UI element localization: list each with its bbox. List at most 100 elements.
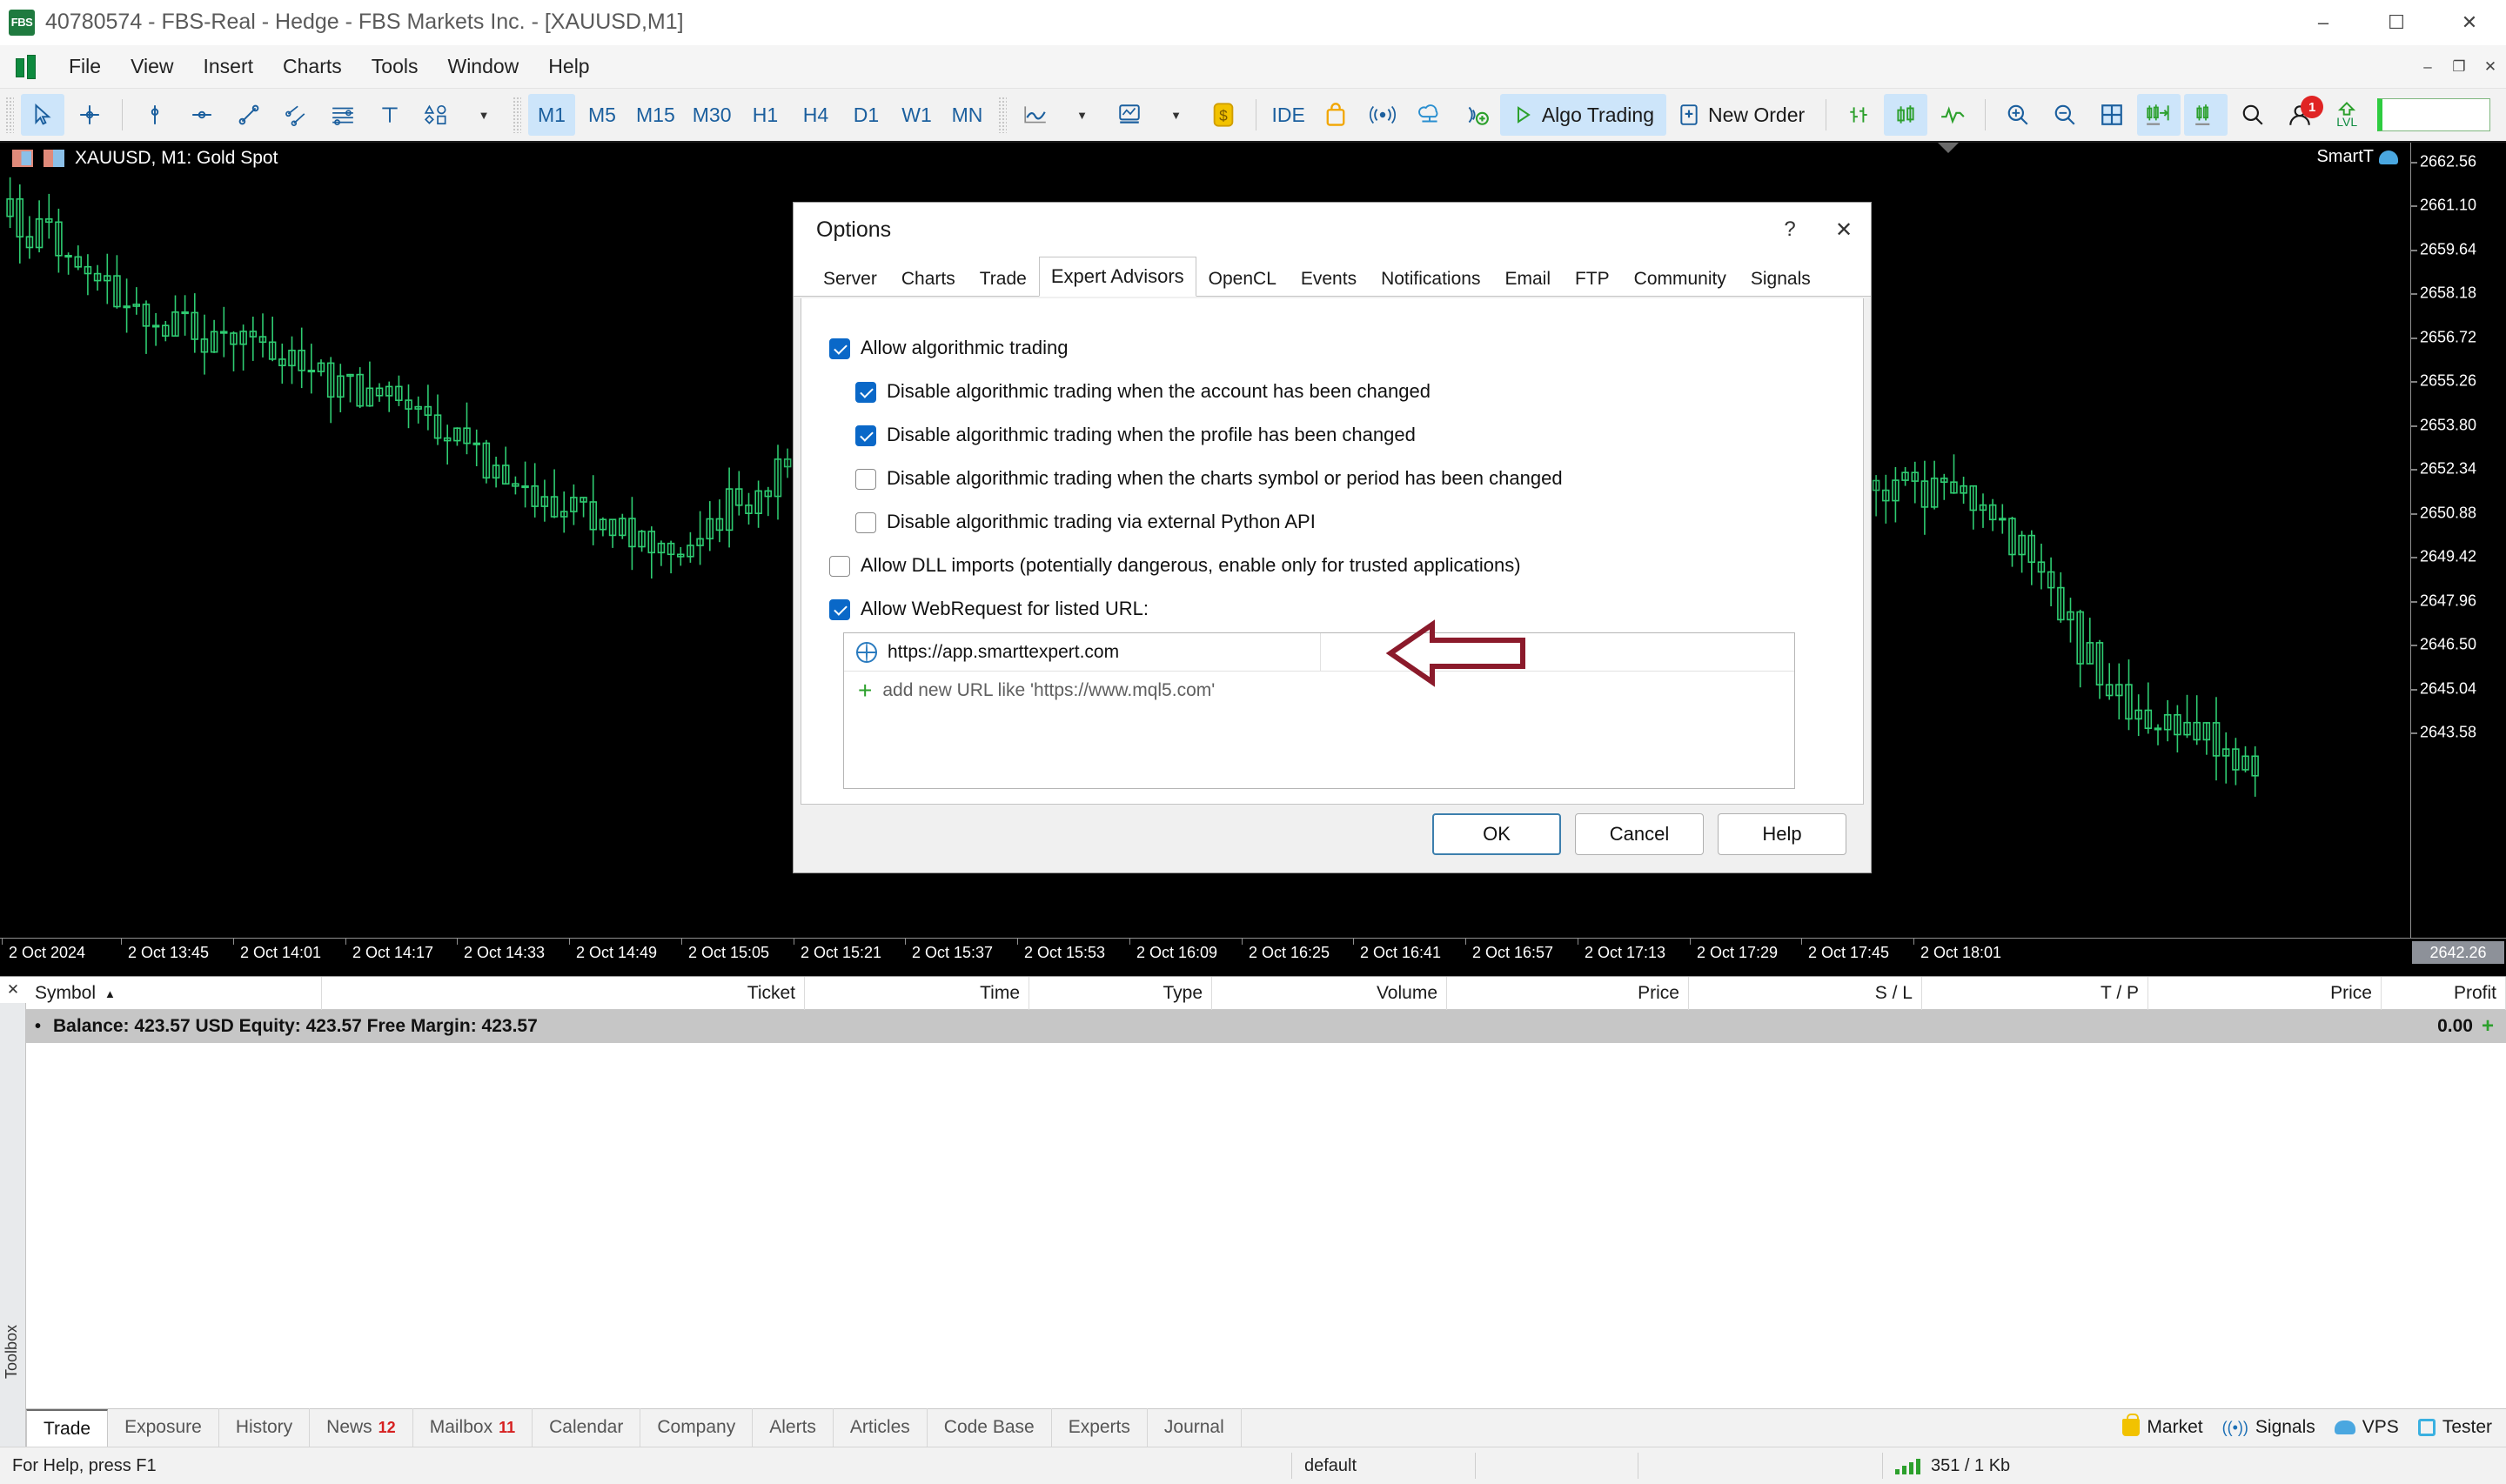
column-volume[interactable]: Volume — [1212, 977, 1447, 1010]
dialog-close-button[interactable]: ✕ — [1817, 203, 1871, 257]
chart-shift-icon[interactable] — [2184, 94, 2228, 136]
ide-button[interactable]: IDE — [1267, 94, 1310, 136]
timeframe-m5[interactable]: M5 — [579, 94, 626, 136]
horizontal-line-icon[interactable] — [180, 94, 224, 136]
signals-icon[interactable] — [1361, 94, 1404, 136]
column-price-current[interactable]: Price — [2148, 977, 2382, 1010]
indicators-dropdown-icon[interactable]: ▼ — [1061, 94, 1104, 136]
checkbox-disable-on-symbol-period-change[interactable] — [855, 469, 876, 490]
timeframe-m30[interactable]: M30 — [686, 94, 739, 136]
column-price-open[interactable]: Price — [1447, 977, 1689, 1010]
indicators-icon[interactable] — [1014, 94, 1057, 136]
profile-icon[interactable]: 1 — [2278, 94, 2324, 136]
close-button[interactable]: ✕ — [2433, 0, 2506, 45]
mdi-restore-button[interactable]: ❐ — [2443, 45, 2475, 89]
candlestick-icon[interactable] — [1884, 94, 1928, 136]
timeframe-h1[interactable]: H1 — [742, 94, 789, 136]
dialog-tab-notifications[interactable]: Notifications — [1369, 263, 1492, 296]
column-sl[interactable]: S / L — [1689, 977, 1922, 1010]
minimize-button[interactable]: – — [2287, 0, 2360, 45]
toolbar-grip[interactable] — [5, 97, 14, 133]
shapes-dropdown-icon[interactable]: ▼ — [462, 94, 506, 136]
option-disable-on-symbol-period-change[interactable]: Disable algorithmic trading when the cha… — [855, 467, 1835, 490]
tab-history[interactable]: History — [219, 1408, 311, 1447]
search-icon[interactable] — [2231, 94, 2275, 136]
tab-company[interactable]: Company — [640, 1408, 754, 1447]
time-axis[interactable]: 2 Oct 2024 2 Oct 13:45 2 Oct 14:01 2 Oct… — [0, 938, 2506, 976]
timeframe-mn[interactable]: MN — [944, 94, 991, 136]
bar-chart-icon[interactable] — [1837, 94, 1880, 136]
status-market[interactable]: Market — [2122, 1414, 2203, 1438]
checkbox-allow-algo-trading[interactable] — [829, 338, 850, 359]
zoom-in-icon[interactable] — [1996, 94, 2040, 136]
url-cell[interactable]: https://app.smarttexpert.com — [844, 632, 1321, 672]
dialog-tab-email[interactable]: Email — [1492, 263, 1563, 296]
crosshair-icon[interactable] — [68, 94, 111, 136]
menu-tools[interactable]: Tools — [357, 45, 433, 89]
dialog-tab-community[interactable]: Community — [1622, 263, 1739, 296]
dialog-tab-charts[interactable]: Charts — [889, 263, 968, 296]
help-button[interactable]: Help — [1718, 813, 1846, 855]
option-allow-dll-imports[interactable]: Allow DLL imports (potentially dangerous… — [829, 554, 1835, 577]
column-symbol[interactable]: Symbol ▲ — [26, 977, 322, 1010]
templates-dropdown-icon[interactable]: ▼ — [1155, 94, 1198, 136]
templates-icon[interactable] — [1108, 94, 1151, 136]
column-tp[interactable]: T / P — [1922, 977, 2148, 1010]
dialog-help-button[interactable]: ? — [1763, 203, 1817, 257]
menu-window[interactable]: Window — [432, 45, 533, 89]
tab-articles[interactable]: Articles — [834, 1408, 928, 1447]
mdi-minimize-button[interactable]: – — [2412, 45, 2443, 89]
new-order-button[interactable]: New Order — [1666, 94, 1817, 136]
mdi-close-button[interactable]: ✕ — [2475, 45, 2506, 89]
vertical-line-icon[interactable] — [133, 94, 177, 136]
tab-news[interactable]: News 12 — [310, 1408, 413, 1447]
grid-icon[interactable] — [2090, 94, 2134, 136]
quick-search-input[interactable] — [2377, 98, 2491, 131]
dialog-tab-expert-advisors[interactable]: Expert Advisors — [1038, 257, 1196, 297]
text-tool-icon[interactable] — [368, 94, 412, 136]
status-profile[interactable]: default — [1292, 1447, 1475, 1484]
price-axis[interactable]: 2662.56 2661.10 2659.64 2658.18 2656.72 … — [2410, 143, 2506, 964]
tab-trade[interactable]: Trade — [26, 1409, 109, 1447]
column-time[interactable]: Time — [805, 977, 1029, 1010]
checkbox-disable-on-profile-change[interactable] — [855, 425, 876, 446]
checkbox-allow-dll-imports[interactable] — [829, 556, 850, 577]
market-bag-icon[interactable] — [1314, 94, 1357, 136]
vps-cloud-icon[interactable] — [1408, 94, 1451, 136]
fibonacci-icon[interactable] — [321, 94, 365, 136]
dialog-tab-trade[interactable]: Trade — [968, 263, 1039, 296]
dialog-tab-ftp[interactable]: FTP — [1563, 263, 1622, 296]
level-icon[interactable]: LVL — [2325, 94, 2369, 136]
timeframe-m1[interactable]: M1 — [528, 94, 575, 136]
algo-trading-button[interactable]: Algo Trading — [1499, 94, 1666, 136]
menu-insert[interactable]: Insert — [189, 45, 269, 89]
tab-calendar[interactable]: Calendar — [533, 1408, 641, 1447]
option-allow-algo-trading[interactable]: Allow algorithmic trading — [829, 337, 1835, 359]
status-signals[interactable]: ((•)) Signals — [2222, 1417, 2315, 1438]
webrequest-url-list[interactable]: https://app.smarttexpert.com + add new U… — [843, 632, 1795, 789]
tab-code-base[interactable]: Code Base — [928, 1408, 1052, 1447]
zoom-out-icon[interactable] — [2043, 94, 2087, 136]
tab-exposure[interactable]: Exposure — [108, 1408, 219, 1447]
shapes-icon[interactable] — [415, 94, 459, 136]
add-column-icon[interactable]: + — [2482, 1014, 2494, 1039]
channel-icon[interactable] — [274, 94, 318, 136]
cursor-icon[interactable] — [21, 94, 64, 136]
trendline-icon[interactable] — [227, 94, 271, 136]
checkbox-disable-on-account-change[interactable] — [855, 382, 876, 403]
tab-alerts[interactable]: Alerts — [753, 1408, 834, 1447]
dialog-tab-server[interactable]: Server — [811, 263, 889, 296]
timeframe-w1[interactable]: W1 — [894, 94, 941, 136]
ok-button[interactable]: OK — [1432, 813, 1561, 855]
option-disable-on-account-change[interactable]: Disable algorithmic trading when the acc… — [855, 380, 1835, 403]
account-balance-row[interactable]: • Balance: 423.57 USD Equity: 423.57 Fre… — [26, 1010, 2506, 1043]
dialog-tab-opencl[interactable]: OpenCL — [1196, 263, 1289, 296]
option-disable-on-profile-change[interactable]: Disable algorithmic trading when the pro… — [855, 424, 1835, 446]
toolbar-grip-indicators[interactable] — [997, 97, 1007, 133]
tab-journal[interactable]: Journal — [1148, 1408, 1242, 1447]
column-type[interactable]: Type — [1029, 977, 1212, 1010]
url-list-item[interactable]: https://app.smarttexpert.com — [844, 632, 1794, 672]
line-chart-icon[interactable] — [1931, 94, 1974, 136]
maximize-button[interactable]: ☐ — [2360, 0, 2433, 45]
menu-view[interactable]: View — [116, 45, 188, 89]
